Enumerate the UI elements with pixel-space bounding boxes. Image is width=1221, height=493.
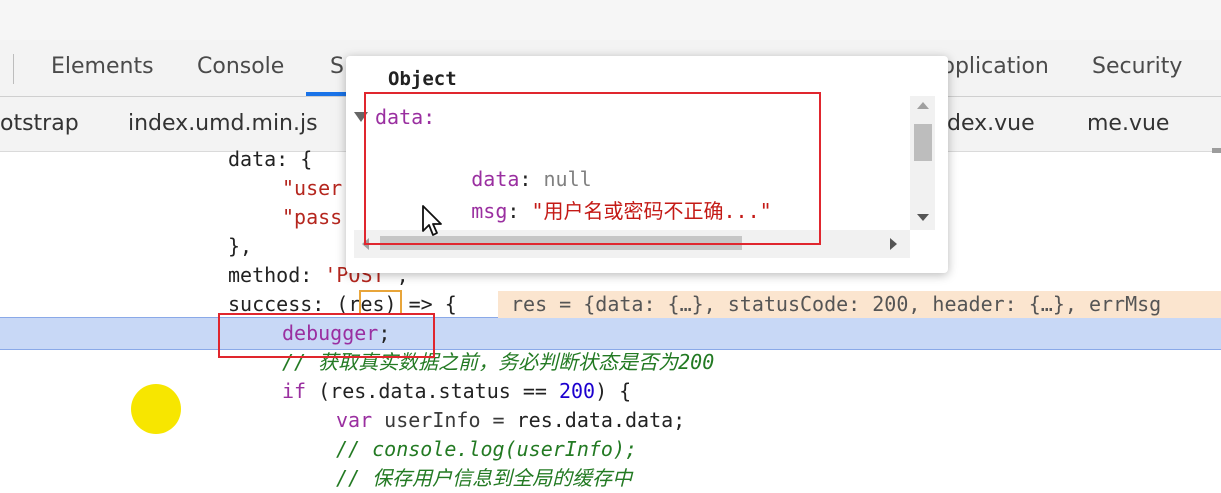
code-line: "pass [282,203,342,232]
code-token: data: { [228,147,313,171]
vertical-scroll-thumb[interactable] [914,124,932,161]
code-token: var [336,408,373,432]
file-tab-bootstrap[interactable]: otstrap [0,111,79,136]
code-token: if [282,379,307,403]
tab-separator [13,54,14,84]
cursor-highlight-dot [131,384,181,434]
tab-sources[interactable]: S [330,54,344,79]
scroll-up-icon[interactable] [917,102,929,109]
tab-console[interactable]: Console [197,54,284,79]
popover-title: Object [388,68,457,90]
code-line: "user [282,174,342,203]
file-tab-index-umd[interactable]: index.umd.min.js [128,111,318,136]
inline-variable-value[interactable]: res = {data: {…}, statusCode: 200, heade… [498,291,1221,318]
code-token: method: [228,263,325,287]
code-token: "pass [282,205,343,229]
tab-elements[interactable]: Elements [51,54,154,79]
annotation-box-debugger [218,313,435,358]
code-token: "user [282,176,343,200]
paused-execution-line [0,317,1221,350]
code-line: data: { [228,145,312,174]
window-top-strip [0,0,1221,40]
tab-application[interactable]: pplication [941,54,1049,79]
vertical-scrollbar[interactable] [910,96,935,230]
file-tab-index-vue[interactable]: dex.vue [947,111,1035,136]
code-token: ) { [595,379,632,403]
code-line: }, [228,232,252,261]
code-line: // console.log(userInfo); [336,435,637,464]
scroll-down-icon[interactable] [917,214,929,221]
code-line: var userInfo = res.data.data; [336,406,685,435]
code-token: // 保存用户信息到全局的缓存中 [336,466,633,490]
code-token: userInfo = [372,408,517,432]
code-token: // console.log(userInfo); [336,437,638,461]
code-token: res.data.data; [516,408,686,432]
code-token: 200 [558,379,596,403]
mouse-pointer-icon [422,205,442,236]
scroll-right-icon[interactable] [890,238,897,250]
code-token: }, [228,234,253,258]
file-tab-home-vue[interactable]: me.vue [1087,111,1169,136]
hovered-variable-highlight[interactable] [359,290,402,315]
code-line: if (res.data.status == 200) { [282,377,631,406]
tab-security[interactable]: Security [1092,54,1182,79]
code-token: (res.data.status == [306,379,559,403]
